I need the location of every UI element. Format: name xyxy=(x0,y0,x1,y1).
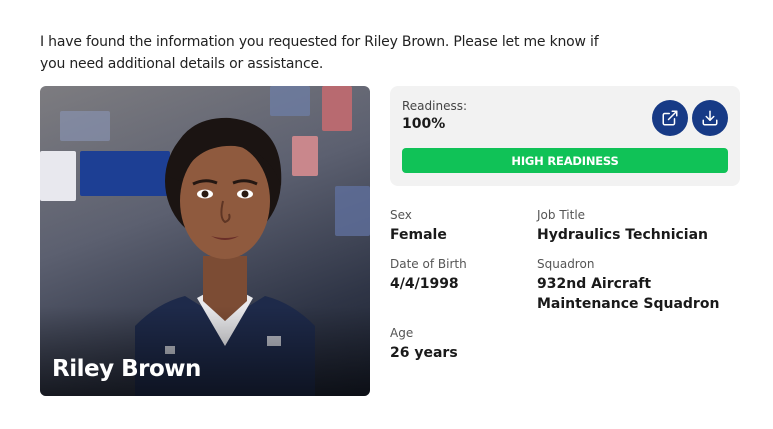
readiness-label: Readiness: xyxy=(402,99,468,113)
download-icon xyxy=(702,110,718,126)
readiness-panel: Readiness: 100% HIGH READINESS xyxy=(390,86,740,186)
assistant-message: I have found the information you request… xyxy=(40,34,599,72)
field-job-title: Job Title Hydraulics Technician xyxy=(537,207,737,245)
photo-name-overlay xyxy=(40,306,370,396)
field-sex-value: Female xyxy=(390,227,447,243)
open-external-button[interactable] xyxy=(652,100,688,136)
field-squadron: Squadron 932nd Aircraft Maintenance Squa… xyxy=(537,256,737,314)
field-date-of-birth-label: Date of Birth xyxy=(390,257,467,271)
background-flag-shape xyxy=(40,151,76,201)
field-job-title-label: Job Title xyxy=(537,208,586,222)
background-flag-shape xyxy=(335,186,370,236)
field-date-of-birth: Date of Birth 4/4/1998 xyxy=(390,256,467,294)
download-button[interactable] xyxy=(692,100,728,136)
field-squadron-label: Squadron xyxy=(537,257,595,271)
field-age: Age 26 years xyxy=(390,325,458,363)
external-link-icon xyxy=(662,110,678,126)
field-age-value: 26 years xyxy=(390,345,458,361)
profile-photo-card: Riley Brown xyxy=(40,86,370,396)
field-squadron-value: 932nd Aircraft Maintenance Squadron xyxy=(537,276,720,312)
field-sex: Sex Female xyxy=(390,207,447,245)
readiness-value: 100% xyxy=(402,116,446,132)
profile-name: Riley Brown xyxy=(52,356,201,382)
field-date-of-birth-value: 4/4/1998 xyxy=(390,276,459,292)
field-age-label: Age xyxy=(390,326,414,340)
field-sex-label: Sex xyxy=(390,208,412,222)
readiness-status-bar: HIGH READINESS xyxy=(402,148,728,173)
background-flag-shape xyxy=(322,86,352,131)
field-job-title-value: Hydraulics Technician xyxy=(537,227,709,243)
background-flag-shape xyxy=(60,111,110,141)
readiness-status-text: HIGH READINESS xyxy=(511,153,619,168)
